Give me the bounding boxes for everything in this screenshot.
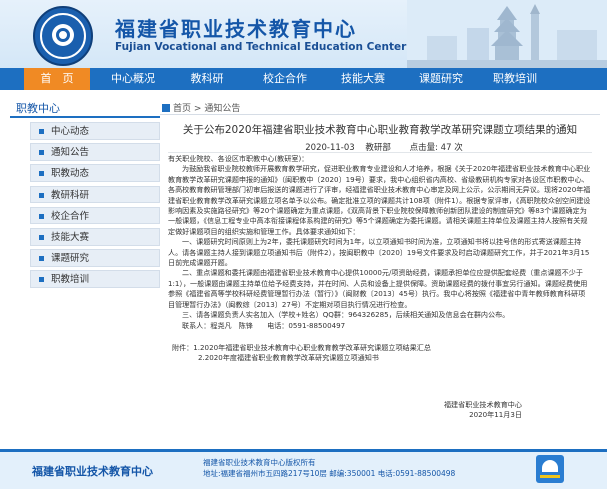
nav-item-training[interactable]: 职教培训	[482, 68, 548, 90]
article-paragraph: 二、重点课题和委托课题由福建省职业技术教育中心提供10000元/项资助经费，课题…	[168, 268, 588, 309]
nav-item-about[interactable]: 中心概况	[100, 68, 166, 90]
sidebar-item-notices[interactable]: 通知公告	[30, 143, 160, 161]
signature-org: 福建省职业技术教育中心	[443, 399, 522, 409]
main-nav: 首 页 中心概况 教科研 校企合作 技能大赛 课题研究 职教培训	[0, 68, 607, 90]
sidebar-item-cooperation[interactable]: 校企合作	[30, 206, 160, 225]
nav-item-research[interactable]: 教科研	[178, 68, 236, 90]
bullet-icon	[39, 192, 44, 198]
signature: 福建省职业技术教育中心 2020年11月3日	[168, 400, 592, 421]
article-paragraph: 为鼓励我省职业院校教师开展教育教学研究，促进职业教育专业建设和人才培养，根据《关…	[168, 164, 591, 236]
government-badge-icon[interactable]	[536, 455, 564, 483]
nav-item-skills-contest[interactable]: 技能大赛	[330, 68, 396, 90]
attachment-link[interactable]: 附件：1.2020年福建省职业技术教育中心职业教育教学改革研究课题立项结果汇总	[172, 343, 592, 353]
bullet-icon	[39, 234, 44, 240]
footer-site-name: 福建省职业技术教育中心	[32, 465, 153, 478]
bullet-icon	[39, 129, 44, 134]
attachments: 附件：1.2020年福建省职业技术教育中心职业教育教学改革研究课题立项结果汇总 …	[168, 343, 592, 364]
footer-info: 福建省职业技术教育中心版权所有 地址:福建省福州市五四路217号10层 邮编:3…	[203, 457, 455, 479]
article-contact: 联系人：程尧凡 陈锋 电话：0591-88500497	[182, 320, 346, 330]
sidebar-item-training[interactable]: 职教培训	[30, 270, 160, 288]
sidebar-item-label: 校企合作	[51, 210, 90, 222]
footer-copyright: 福建省职业技术教育中心版权所有	[203, 458, 316, 467]
signature-date: 2020年11月3日	[469, 410, 522, 420]
bullet-icon	[39, 277, 44, 283]
sidebar-item-skills-contest[interactable]: 技能大赛	[30, 227, 160, 246]
article-paragraph: 一、课题研究时间原则上为2年，委托课题研究时间为1年，以立项通知书时间为准，立项…	[168, 237, 590, 268]
sidebar-item-label: 通知公告	[51, 147, 90, 159]
site-logo-icon[interactable]	[33, 6, 93, 66]
bullet-icon	[39, 150, 44, 156]
article-title: 关于公布2020年福建省职业技术教育中心职业教育教学改革研究课题立项结果的通知	[182, 124, 578, 136]
breadcrumb-current[interactable]: 通知公告	[204, 104, 240, 114]
nav-item-cooperation[interactable]: 校企合作	[252, 68, 318, 90]
attachment-link[interactable]: 2.2020年度福建省职业教育教学改革研究课题立项通知书	[172, 353, 592, 363]
sidebar-item-label: 职教培训	[51, 274, 90, 286]
breadcrumb: 首页 > 通知公告	[162, 101, 240, 114]
article-paragraph: 三、请各课题负责人实名加入（学校+姓名）QQ群：964326285，后续相关通知…	[182, 310, 510, 320]
article-body: 有关职业院校、各设区市职教中心(教研室)： 为鼓励我省职业院校教师开展教育教学研…	[168, 154, 592, 421]
divider	[0, 449, 607, 452]
sidebar-item-center-news[interactable]: 中心动态	[30, 122, 160, 140]
sidebar-item-label: 技能大赛	[51, 231, 90, 243]
bullet-icon	[39, 256, 44, 262]
bullet-icon	[39, 213, 44, 219]
sidebar-item-vocational-news[interactable]: 职教动态	[30, 164, 160, 182]
sidebar-item-label: 课题研究	[51, 253, 90, 265]
sidebar-item-label: 职教动态	[51, 168, 90, 180]
sidebar-title: 职教中心	[10, 100, 160, 118]
sidebar-list: 中心动态 通知公告 职教动态 教研科研 校企合作 技能大赛 课题研究 职教培训	[10, 118, 160, 288]
sidebar-item-research[interactable]: 教研科研	[30, 185, 160, 204]
footer-address: 地址:福建省福州市五四路217号10层 邮编:350001 电话:0591-88…	[203, 469, 456, 478]
breadcrumb-separator: >	[193, 104, 202, 114]
site-header: 福建省职业技术教育中心 Fujian Vocational and Techni…	[0, 0, 607, 68]
divider	[168, 152, 592, 153]
nav-item-topic-research[interactable]: 课题研究	[408, 68, 474, 90]
bullet-icon	[39, 171, 44, 177]
site-footer: 福建省职业技术教育中心 福建省职业技术教育中心版权所有 地址:福建省福州市五四路…	[0, 449, 607, 489]
skyline-illustration-icon	[407, 0, 607, 68]
home-icon	[162, 104, 170, 112]
site-subtitle: Fujian Vocational and Technical Educatio…	[115, 41, 407, 53]
sidebar-item-label: 中心动态	[51, 126, 90, 137]
site-title: 福建省职业技术教育中心	[115, 17, 357, 41]
breadcrumb-home[interactable]: 首页	[173, 104, 191, 114]
nav-item-home[interactable]: 首 页	[24, 68, 90, 90]
sidebar-item-label: 教研科研	[51, 189, 90, 201]
article-greeting: 有关职业院校、各设区市职教中心(教研室)：	[168, 154, 309, 163]
sidebar-item-topic-research[interactable]: 课题研究	[30, 249, 160, 267]
divider	[160, 114, 600, 115]
sidebar: 职教中心 中心动态 通知公告 职教动态 教研科研 校企合作 技能大赛 课题研究 …	[10, 100, 160, 292]
